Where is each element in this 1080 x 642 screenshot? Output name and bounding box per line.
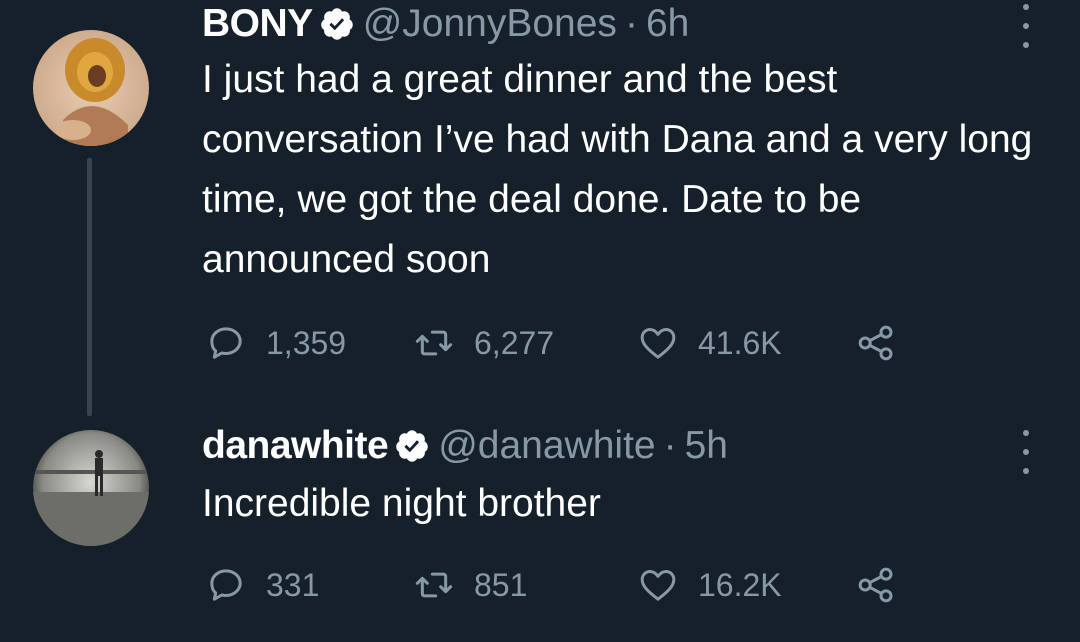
retweet-count: 6,277 [474, 324, 555, 361]
like-count: 16.2K [698, 566, 782, 603]
like-button[interactable]: 16.2K [638, 560, 782, 610]
reply-icon [210, 327, 242, 359]
tweet-danawhite[interactable]: danawhite @danawhite · 5h Incredible nig… [0, 410, 1080, 642]
verified-badge-icon [320, 8, 353, 40]
separator-dot: · [663, 424, 677, 467]
like-count: 41.6K [698, 324, 782, 361]
display-name[interactable]: BONY [202, 2, 313, 46]
more-options-icon[interactable] [1014, 430, 1038, 474]
reply-icon [210, 569, 242, 601]
reply-button[interactable]: 331 [206, 560, 319, 610]
tweet-text: I just had a great dinner and the best c… [202, 58, 1033, 281]
avatar-image [33, 430, 149, 546]
verified-badge-icon [396, 430, 428, 462]
tweet-time[interactable]: 5h [685, 424, 728, 468]
avatar-image [33, 30, 149, 146]
retweet-icon [415, 330, 453, 356]
display-name[interactable]: danawhite [202, 424, 389, 468]
more-options-icon[interactable] [1014, 4, 1038, 48]
retweet-icon [415, 572, 453, 598]
tweet-text: Incredible night brother [202, 482, 601, 525]
tweet-header: BONY @JonnyBones · 6h [202, 0, 689, 48]
avatar-jonnybones[interactable] [33, 30, 149, 146]
like-icon [640, 328, 676, 359]
tweet-header: danawhite @danawhite · 5h [202, 422, 728, 470]
reply-button[interactable]: 1,359 [206, 318, 346, 368]
tweet-jonnybones[interactable]: BONY @JonnyBones · 6h I just had a great… [0, 0, 1080, 416]
like-button[interactable]: 41.6K [638, 318, 782, 368]
separator-dot: · [624, 2, 638, 45]
tweet-actions: 331 851 16.2K [202, 560, 922, 610]
tweet-actions: 1,359 6,277 41.6K [202, 318, 922, 368]
user-handle[interactable]: @danawhite [438, 424, 655, 468]
share-icon [858, 567, 893, 603]
thread-connector-line [87, 158, 92, 416]
avatar-danawhite[interactable] [33, 430, 149, 546]
like-icon [640, 570, 676, 601]
retweet-button[interactable]: 851 [414, 560, 527, 610]
reply-count: 331 [266, 566, 320, 603]
tweet-time[interactable]: 6h [646, 2, 689, 46]
share-button[interactable] [856, 560, 896, 610]
user-handle[interactable]: @JonnyBones [363, 2, 617, 46]
share-button[interactable] [856, 318, 896, 368]
reply-count: 1,359 [266, 324, 347, 361]
retweet-button[interactable]: 6,277 [414, 318, 554, 368]
share-icon [858, 325, 893, 361]
retweet-count: 851 [474, 566, 528, 603]
